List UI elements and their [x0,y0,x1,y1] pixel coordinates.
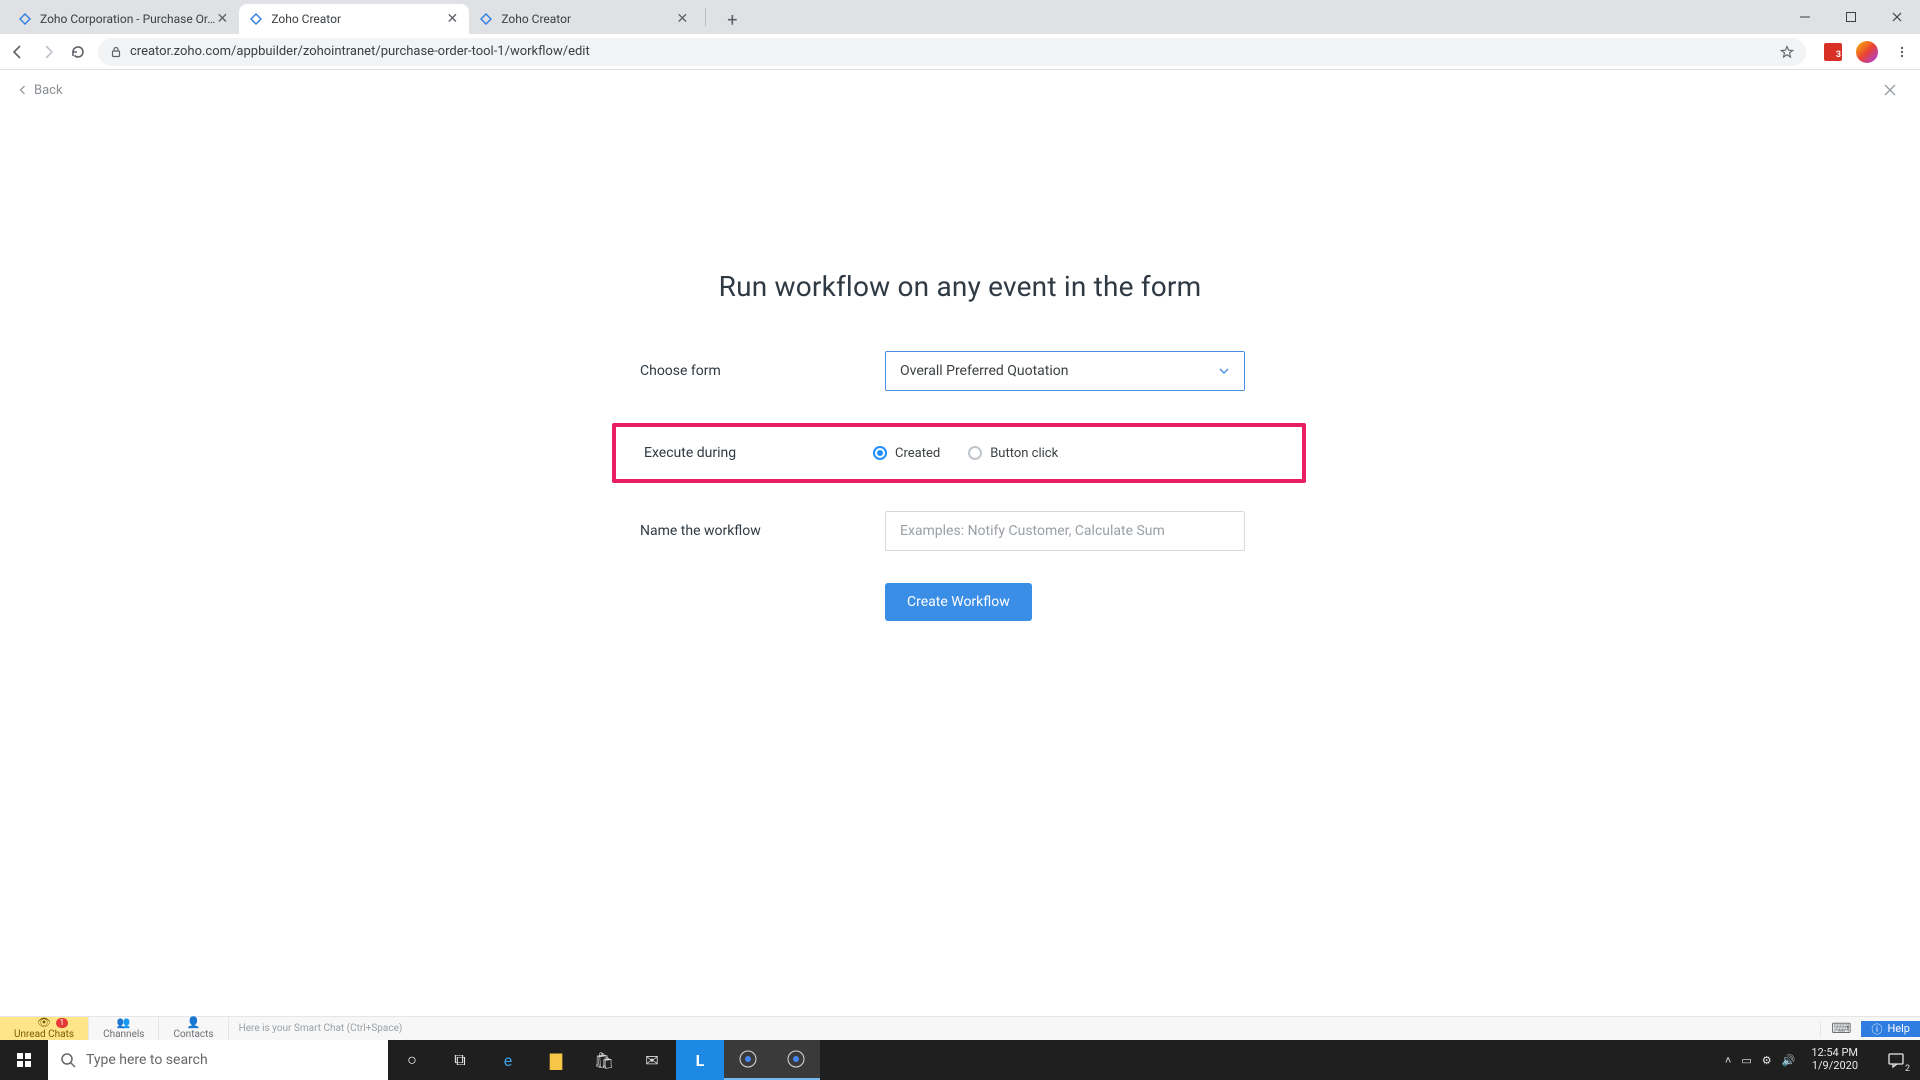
help-button[interactable]: ⓘ Help [1861,1021,1920,1037]
taskbar-chrome-icon-2[interactable] [772,1040,820,1080]
chatbar: 👁 1 Unread Chats 👥 Channels 👤 Contacts H… [0,1016,1920,1040]
close-icon[interactable]: ✕ [215,12,229,26]
close-page-button[interactable] [1878,78,1902,102]
browser-tab-0[interactable]: Zoho Corporation - Purchase Or… ✕ [8,4,239,34]
windows-taskbar: Type here to search ○ ⧉ e ▇ 🛍 ✉ L ˄ ▭ ⚙ … [0,1040,1920,1080]
chatbar-unread[interactable]: 👁 1 Unread Chats [0,1017,89,1040]
address-bar[interactable]: creator.zoho.com/appbuilder/zohointranet… [98,38,1806,66]
row-name-workflow: Name the workflow [640,511,1280,551]
workflow-name-input[interactable] [885,511,1245,551]
extension-badge[interactable]: 3 [1824,43,1842,61]
radio-created-label: Created [895,446,940,461]
taskbar-cortana-icon[interactable]: ○ [388,1040,436,1080]
star-icon[interactable] [1780,45,1794,59]
row-execute-during: Execute during Created Button click [644,445,1290,461]
smart-chat-placeholder: Here is your Smart Chat (Ctrl+Space) [239,1023,403,1034]
radio-created[interactable]: Created [873,446,940,461]
browser-tab-1[interactable]: Zoho Creator ✕ [239,4,469,34]
browser-tab-2[interactable]: Zoho Creator ✕ [469,4,699,34]
taskbar-notifications[interactable]: 2 [1874,1040,1918,1080]
chatbar-channels[interactable]: 👥 Channels [89,1017,159,1040]
tab-separator [705,8,706,26]
channels-label: Channels [103,1029,144,1040]
row-choose-form: Choose form Overall Preferred Quotation [640,351,1280,391]
favicon-icon [479,12,493,26]
unread-badge: 1 [56,1018,69,1028]
chatbar-contacts[interactable]: 👤 Contacts [159,1017,228,1040]
contacts-icon: 👤 [187,1017,201,1028]
channels-icon: 👥 [117,1017,131,1028]
taskbar-explorer-icon[interactable]: ▇ [532,1040,580,1080]
taskbar-search[interactable]: Type here to search [48,1040,388,1080]
choose-form-value: Overall Preferred Quotation [900,363,1069,379]
chevron-left-icon [18,85,28,95]
tab-title: Zoho Creator [501,12,675,26]
contacts-label: Contacts [173,1029,213,1040]
execute-during-highlight: Execute during Created Button click [612,423,1306,483]
back-label: Back [34,83,63,98]
browser-tabbar: Zoho Corporation - Purchase Or… ✕ Zoho C… [0,0,1920,34]
browser-menu-button[interactable] [1892,42,1912,62]
nav-forward-button[interactable] [38,42,58,62]
new-tab-button[interactable]: + [718,6,746,34]
nav-back-button[interactable] [8,42,28,62]
start-button[interactable] [0,1040,48,1080]
tray-volume-icon[interactable]: 🔊 [1782,1054,1796,1067]
create-workflow-button[interactable]: Create Workflow [885,583,1032,621]
keyboard-icon[interactable]: ⌨ [1820,1021,1861,1037]
lock-icon [110,46,122,58]
page-title: Run workflow on any event in the form [719,270,1202,303]
app-header: Back [0,70,1920,110]
tab-title: Zoho Creator [271,12,445,26]
execute-during-label: Execute during [644,445,873,461]
name-workflow-label: Name the workflow [640,523,885,539]
workflow-form: Choose form Overall Preferred Quotation … [640,351,1280,621]
unread-label: Unread Chats [14,1029,74,1040]
close-icon[interactable]: ✕ [675,12,689,26]
tray-chevron-icon[interactable]: ˄ [1725,1054,1731,1067]
window-close-button[interactable] [1874,2,1920,32]
help-icon: ⓘ [1871,1021,1882,1037]
help-label: Help [1887,1022,1910,1035]
taskbar-search-placeholder: Type here to search [86,1052,208,1068]
smart-chat-input[interactable]: Here is your Smart Chat (Ctrl+Space) [229,1017,1821,1040]
tray-wifi-icon[interactable]: ⚙ [1762,1054,1772,1067]
chat-icon: 👁 [37,1017,51,1028]
radio-button-click-label: Button click [990,446,1058,461]
chevron-down-icon [1218,365,1230,377]
browser-navbar: creator.zoho.com/appbuilder/zohointranet… [0,34,1920,70]
radio-dot-icon [968,446,982,460]
taskbar-chrome-icon[interactable] [724,1040,772,1080]
notif-count: 2 [1905,1064,1910,1074]
back-link[interactable]: Back [18,83,63,98]
window-maximize-button[interactable] [1828,2,1874,32]
taskbar-app-icon[interactable]: L [676,1040,724,1080]
favicon-icon [18,12,32,26]
clock-date: 1/9/2020 [1811,1060,1858,1073]
favicon-icon [249,12,263,26]
tab-title: Zoho Corporation - Purchase Or… [40,12,215,26]
choose-form-select[interactable]: Overall Preferred Quotation [885,351,1245,391]
taskbar-store-icon[interactable]: 🛍 [580,1040,628,1080]
main-content: Run workflow on any event in the form Ch… [0,110,1920,1016]
close-icon [1882,82,1898,98]
close-icon[interactable]: ✕ [445,12,459,26]
search-icon [60,1052,76,1068]
radio-dot-icon [873,446,887,460]
taskbar-taskview-icon[interactable]: ⧉ [436,1040,484,1080]
taskbar-mail-icon[interactable]: ✉ [628,1040,676,1080]
nav-reload-button[interactable] [68,42,88,62]
taskbar-clock[interactable]: 12:54 PM 1/9/2020 [1805,1047,1864,1072]
choose-form-label: Choose form [640,363,885,379]
profile-avatar[interactable] [1856,41,1878,63]
url-text: creator.zoho.com/appbuilder/zohointranet… [130,44,590,59]
window-minimize-button[interactable] [1782,2,1828,32]
radio-button-click[interactable]: Button click [968,446,1058,461]
tray-battery-icon[interactable]: ▭ [1741,1054,1751,1067]
taskbar-edge-icon[interactable]: e [484,1040,532,1080]
